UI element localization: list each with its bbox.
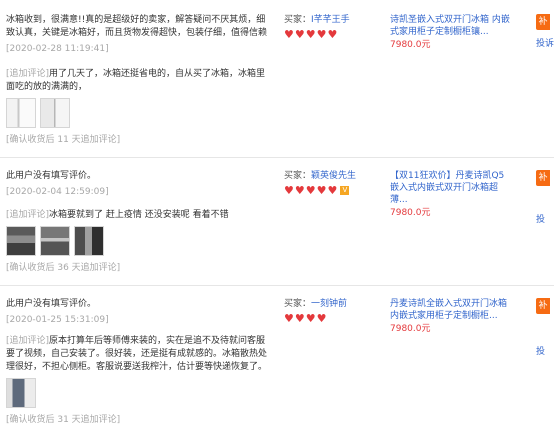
heart-icon: ♥ [316,28,327,41]
followup-tag: [追加评论] [6,69,50,79]
review-item: 此用户没有填写评价。 [2020-01-25 15:31:09] [追加评论]原… [0,286,554,428]
heart-icon: ♥ [316,312,327,325]
product-price: 7980.0元 [390,208,431,218]
followup-comment: [追加评论]原本打算年后等师傅来装的，实在是追不及待就问客服要了视频，自己安装了… [6,335,268,374]
followup-note: [确认收货后 31 天追加评论] [6,415,121,425]
product-link[interactable]: 丹麦诗凯全嵌入式双开门冰箱内嵌式家用柜子定制橱柜... [390,298,510,322]
heart-icon: ♥ [294,312,305,325]
review-text: 冰箱收到，很满意!!真的是超级好的卖家，解答疑问不厌其烦，细致认真，关键是冰箱好… [6,15,268,38]
report-link[interactable]: 投 [536,214,554,226]
product-price: 7980.0元 [390,40,431,50]
action-button[interactable]: 补 [536,170,550,186]
review-photo-thumbnail[interactable] [6,378,36,408]
product-price: 7980.0元 [390,324,431,334]
buyer-label: 买家： [284,299,312,309]
heart-icon: ♥ [327,28,338,41]
followup-tag: [追加评论] [6,210,50,220]
heart-icon: ♥ [327,184,338,197]
heart-icon: ♥ [316,184,327,197]
buyer-name[interactable]: 颖英俊先生 [311,171,356,181]
review-photo-thumbnail[interactable] [6,226,36,256]
buyer-name[interactable]: I芊芊王手 [311,15,350,25]
action-button[interactable]: 补 [536,14,550,30]
review-photo-thumbnail[interactable] [40,98,70,128]
photo-list [6,378,268,408]
followup-comment: [追加评论]冰箱要就到了 赶上疫情 还没安装呢 看着不错 [6,209,268,222]
heart-icon: ♥ [305,28,316,41]
followup-note: [确认收货后 11 天追加评论] [6,135,121,145]
heart-icon: ♥ [284,312,294,325]
photo-list [6,98,268,128]
followup-tag: [追加评论] [6,336,50,346]
heart-icon: ♥ [294,184,305,197]
review-item: 冰箱收到，很满意!!真的是超级好的卖家，解答疑问不厌其烦，细致认真，关键是冰箱好… [0,0,554,158]
buyer-info: 买家：颖英俊先生 [284,170,384,183]
followup-comment: [追加评论]用了几天了，冰箱还挺省电的，自从买了冰箱，冰箱里面吃的放的满满的， [6,68,268,94]
buyer-level-hearts: ♥ ♥ ♥ ♥ ♥ V [284,185,384,196]
report-link[interactable]: 投诉 [536,38,554,50]
buyer-label: 买家： [284,171,312,181]
review-date: [2020-02-04 12:59:09] [6,187,109,197]
buyer-label: 买家： [284,15,312,25]
review-photo-thumbnail[interactable] [6,98,36,128]
action-button[interactable]: 补 [536,298,550,314]
heart-icon: ♥ [284,184,294,197]
followup-text: 冰箱要就到了 赶上疫情 还没安装呢 看着不错 [49,210,229,220]
review-date: [2020-01-25 15:31:09] [6,315,109,325]
review-text: 此用户没有填写评价。 [6,299,97,309]
review-photo-thumbnail[interactable] [40,226,70,256]
heart-icon: ♥ [294,28,305,41]
buyer-info: 买家：一刻钟前 [284,298,384,311]
buyer-info: 买家：I芊芊王手 [284,14,384,27]
review-item: 此用户没有填写评价。 [2020-02-04 12:59:09] [追加评论]冰… [0,158,554,286]
review-date: [2020-02-28 11:19:41] [6,44,109,54]
heart-icon: ♥ [305,312,316,325]
photo-list [6,226,268,256]
vip-badge-icon: V [340,186,350,195]
heart-icon: ♥ [284,28,294,41]
review-photo-thumbnail[interactable] [74,226,104,256]
product-link[interactable]: 诗凯圣嵌入式双开门冰箱 内嵌式家用柜子定制橱柜镶... [390,14,510,38]
review-text: 此用户没有填写评价。 [6,171,97,181]
followup-note: [确认收货后 36 天追加评论] [6,263,121,273]
buyer-level-hearts: ♥ ♥ ♥ ♥ [284,313,384,324]
report-link[interactable]: 投 [536,346,554,358]
product-link[interactable]: 【双11狂欢价】丹麦诗凯Q5嵌入式内嵌式双开门冰箱超薄... [390,170,510,206]
heart-icon: ♥ [305,184,316,197]
buyer-level-hearts: ♥ ♥ ♥ ♥ ♥ [284,29,384,40]
buyer-name[interactable]: 一刻钟前 [311,299,347,309]
